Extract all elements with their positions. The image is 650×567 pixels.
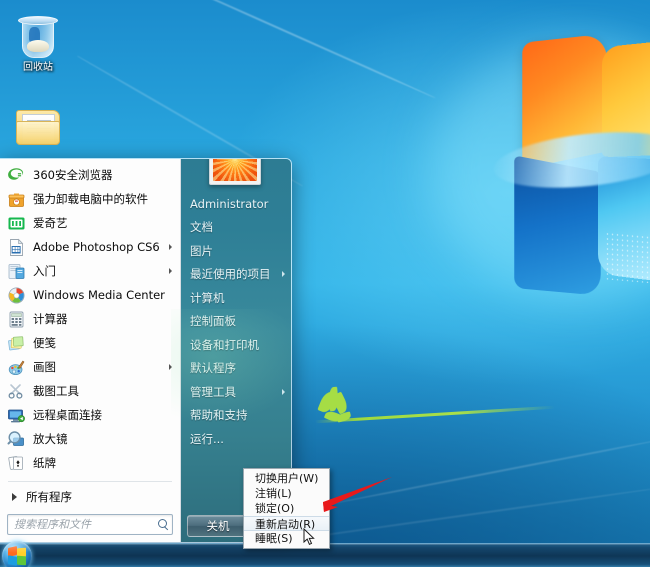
iqiyi-icon bbox=[7, 214, 26, 233]
flower-avatar-icon bbox=[213, 159, 257, 181]
chevron-right-icon bbox=[12, 493, 17, 501]
right-item-devices-printers[interactable]: 设备和打印机 bbox=[181, 333, 291, 357]
right-item-list: Administrator 文档 图片 最近使用的项目 计算机 控制面板 设备和… bbox=[181, 192, 291, 451]
annotation-arrow-icon bbox=[300, 474, 395, 524]
power-menu-item-sleep[interactable]: 睡眠(S) bbox=[244, 531, 329, 546]
chevron-right-icon bbox=[169, 364, 172, 370]
right-item-pictures[interactable]: 图片 bbox=[181, 239, 291, 263]
program-item-sticky-notes[interactable]: 便笺 bbox=[0, 331, 180, 355]
user-name[interactable]: Administrator bbox=[181, 192, 291, 216]
right-item-label: 帮助和支持 bbox=[190, 408, 248, 423]
wallpaper-streak bbox=[133, 0, 437, 100]
getting-started-icon bbox=[7, 262, 26, 281]
right-item-label: 设备和打印机 bbox=[190, 337, 259, 352]
program-item-label: 强力卸载电脑中的软件 bbox=[33, 192, 148, 206]
all-programs-button[interactable]: 所有程序 bbox=[0, 485, 180, 509]
desktop-icon-label: 回收站 bbox=[23, 62, 53, 73]
magnifier-icon bbox=[7, 430, 26, 449]
grass-decoration bbox=[315, 385, 555, 445]
mouse-cursor-icon bbox=[303, 527, 316, 546]
program-item-photoshop[interactable]: Adobe Photoshop CS6 bbox=[0, 235, 180, 259]
program-item-calculator[interactable]: 计算器 bbox=[0, 307, 180, 331]
program-item-label: 360安全浏览器 bbox=[33, 168, 113, 182]
photoshop-icon bbox=[7, 238, 26, 257]
right-item-run[interactable]: 运行... bbox=[181, 427, 291, 451]
search-input[interactable] bbox=[14, 518, 157, 531]
right-item-control-panel[interactable]: 控制面板 bbox=[181, 310, 291, 334]
shutdown-button[interactable]: 关机 bbox=[187, 515, 249, 537]
avatar[interactable] bbox=[209, 159, 261, 185]
chevron-right-icon bbox=[169, 268, 172, 274]
program-item-remote-desktop[interactable]: 远程桌面连接 bbox=[0, 403, 180, 427]
program-item-label: 远程桌面连接 bbox=[33, 408, 102, 422]
right-item-label: 计算机 bbox=[190, 290, 225, 305]
right-item-label: 文档 bbox=[190, 220, 213, 235]
program-item-label: 入门 bbox=[33, 264, 56, 278]
right-item-label: 默认程序 bbox=[190, 361, 236, 376]
program-item-label: Adobe Photoshop CS6 bbox=[33, 240, 160, 254]
search-icon bbox=[157, 518, 169, 531]
program-item-iqiyi[interactable]: 爱奇艺 bbox=[0, 211, 180, 235]
all-programs-label: 所有程序 bbox=[26, 490, 72, 504]
right-item-label: 控制面板 bbox=[190, 314, 236, 329]
chevron-right-icon bbox=[169, 244, 172, 250]
search-area bbox=[0, 509, 180, 542]
search-box[interactable] bbox=[7, 514, 173, 535]
solitaire-icon bbox=[7, 454, 26, 473]
sticky-notes-icon bbox=[7, 334, 26, 353]
program-item-label: 画图 bbox=[33, 360, 56, 374]
program-item-label: 截图工具 bbox=[33, 384, 79, 398]
windows-logo-icon bbox=[490, 33, 650, 300]
program-item-label: 计算器 bbox=[33, 312, 68, 326]
desktop-icon-recycle-bin[interactable]: 回收站 bbox=[2, 14, 74, 74]
uninstaller-icon bbox=[7, 190, 26, 209]
program-list: 360安全浏览器 强力卸载电脑中的软件 爱奇艺 Adobe Photoshop … bbox=[0, 159, 180, 478]
media-center-icon bbox=[7, 286, 26, 305]
start-orb-button[interactable] bbox=[2, 541, 32, 567]
browser-360-icon bbox=[7, 166, 26, 185]
start-menu-left-panel: 360安全浏览器 强力卸载电脑中的软件 爱奇艺 Adobe Photoshop … bbox=[0, 159, 181, 542]
program-item-magnifier[interactable]: 放大镜 bbox=[0, 427, 180, 451]
right-item-label: 管理工具 bbox=[190, 384, 236, 399]
right-item-label: 图片 bbox=[190, 243, 213, 258]
program-item-label: Windows Media Center bbox=[33, 288, 165, 302]
divider bbox=[8, 481, 172, 482]
right-item-documents[interactable]: 文档 bbox=[181, 216, 291, 240]
program-item-getting-started[interactable]: 入门 bbox=[0, 259, 180, 283]
right-item-computer[interactable]: 计算机 bbox=[181, 286, 291, 310]
remote-desktop-icon bbox=[7, 406, 26, 425]
snipping-tool-icon bbox=[7, 382, 26, 401]
recycle-bin-icon bbox=[18, 14, 58, 60]
right-item-label: 最近使用的项目 bbox=[190, 267, 271, 282]
program-item-solitaire[interactable]: 纸牌 bbox=[0, 451, 180, 475]
program-item-label: 放大镜 bbox=[33, 432, 68, 446]
user-name-label: Administrator bbox=[190, 196, 269, 211]
program-item-label: 便笺 bbox=[33, 336, 56, 350]
calculator-icon bbox=[7, 310, 26, 329]
desktop-icon-folder[interactable] bbox=[2, 108, 74, 148]
program-item-uninstaller[interactable]: 强力卸载电脑中的软件 bbox=[0, 187, 180, 211]
program-item-paint[interactable]: 画图 bbox=[0, 355, 180, 379]
right-item-help-support[interactable]: 帮助和支持 bbox=[181, 404, 291, 428]
program-item-label: 纸牌 bbox=[33, 456, 56, 470]
right-item-label: 运行... bbox=[190, 431, 224, 446]
program-item-360-browser[interactable]: 360安全浏览器 bbox=[0, 163, 180, 187]
paint-icon bbox=[7, 358, 26, 377]
program-item-snipping-tool[interactable]: 截图工具 bbox=[0, 379, 180, 403]
program-item-media-center[interactable]: Windows Media Center bbox=[0, 283, 180, 307]
folder-icon bbox=[15, 108, 61, 146]
right-item-admin-tools[interactable]: 管理工具 bbox=[181, 380, 291, 404]
chevron-right-icon bbox=[282, 271, 285, 278]
right-item-default-programs[interactable]: 默认程序 bbox=[181, 357, 291, 381]
program-item-label: 爱奇艺 bbox=[33, 216, 68, 230]
right-item-recent-items[interactable]: 最近使用的项目 bbox=[181, 263, 291, 287]
chevron-right-icon bbox=[282, 388, 285, 395]
